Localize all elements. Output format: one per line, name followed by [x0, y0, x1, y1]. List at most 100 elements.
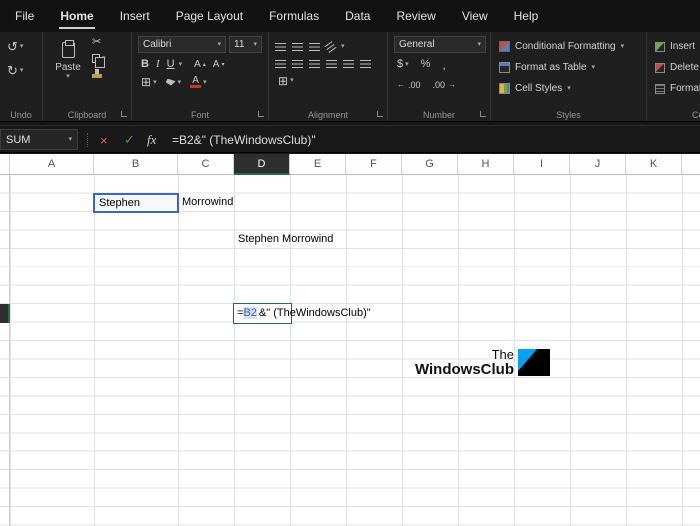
format-cells-button[interactable]: Format ▾ — [647, 79, 700, 98]
insert-cells-icon — [655, 42, 665, 52]
menu-help[interactable]: Help — [501, 0, 552, 32]
dialog-launcher-icon[interactable] — [480, 111, 486, 117]
merge-center-icon: ⊞ — [278, 75, 288, 87]
comma-icon: , — [442, 59, 445, 71]
wrap-text-icon[interactable] — [360, 60, 371, 68]
cell-c2[interactable]: Morrowind — [178, 193, 233, 211]
enter-button[interactable]: ✓ — [124, 126, 135, 154]
cell-styles-button[interactable]: Cell Styles ▾ — [491, 79, 646, 98]
cell-d4[interactable]: Stephen Morrowind — [234, 230, 333, 248]
copy-button[interactable]: ▾ — [89, 53, 109, 64]
borders-button[interactable]: ⊞ ▾ — [138, 75, 160, 89]
redo-icon: ↻ — [7, 64, 18, 77]
increase-indent-icon[interactable] — [343, 60, 354, 68]
percent-style-button[interactable]: % — [418, 58, 434, 71]
format-painter-button[interactable] — [89, 68, 109, 79]
align-bottom-icon[interactable] — [309, 43, 320, 51]
dialog-launcher-icon[interactable] — [121, 111, 127, 117]
column-header-h[interactable]: H — [458, 154, 514, 175]
menu-insert[interactable]: Insert — [107, 0, 163, 32]
chevron-down-icon: ▾ — [290, 77, 294, 84]
name-box-value: SUM — [6, 134, 30, 146]
number-format-select[interactable]: General ▾ — [394, 36, 486, 53]
align-center-icon[interactable] — [292, 60, 303, 68]
dialog-launcher-icon[interactable] — [258, 111, 264, 117]
number-group-label: Number — [388, 110, 490, 120]
name-box[interactable]: SUM ▾ — [0, 129, 78, 150]
fill-color-button[interactable]: ▾ — [163, 78, 185, 87]
menu-data[interactable]: Data — [332, 0, 383, 32]
bold-button[interactable]: B — [138, 57, 152, 71]
italic-button[interactable]: I — [153, 57, 163, 71]
ribbon-group-number: General ▾ $ ▾ % , .00 .00 Number — [388, 32, 491, 121]
dialog-launcher-icon[interactable] — [377, 111, 383, 117]
delete-cells-button[interactable]: Delete ▾ — [647, 58, 700, 77]
font-size-value: 11 — [234, 39, 244, 50]
menu-review[interactable]: Review — [383, 0, 448, 32]
column-header-i[interactable]: I — [514, 154, 570, 175]
chevron-down-icon: ▾ — [66, 73, 70, 80]
menu-view[interactable]: View — [449, 0, 501, 32]
column-header-d[interactable]: D — [234, 154, 290, 175]
conditional-formatting-button[interactable]: Conditional Formatting ▾ — [491, 37, 646, 56]
chevron-down-icon: ▾ — [341, 43, 345, 50]
row-header-strip[interactable] — [0, 175, 10, 526]
column-header-b[interactable]: B — [94, 154, 178, 175]
column-header-c[interactable]: C — [178, 154, 234, 175]
cut-button[interactable]: ✂ — [89, 36, 109, 49]
column-header-partial[interactable] — [682, 154, 700, 175]
column-header-j[interactable]: J — [570, 154, 626, 175]
orientation-icon[interactable] — [325, 41, 337, 53]
align-left-icon[interactable] — [275, 60, 286, 68]
align-right-icon[interactable] — [309, 60, 320, 68]
menu-home[interactable]: Home — [47, 0, 106, 32]
cell-d8-editing[interactable]: =B2&" (TheWindowsClub)" — [233, 303, 292, 324]
redo-button[interactable]: ↻ ▾ — [0, 61, 42, 80]
chevron-down-icon: ▾ — [153, 79, 157, 86]
currency-icon: $ — [397, 59, 403, 70]
delete-cells-label: Delete — [670, 62, 699, 73]
select-all-corner[interactable] — [0, 154, 10, 175]
sheet: A B C D E F G H I J K Stephen Morrowind … — [0, 154, 700, 526]
column-header-g[interactable]: G — [402, 154, 458, 175]
font-color-button[interactable]: A ▾ — [187, 75, 210, 89]
cancel-button[interactable]: × — [100, 126, 108, 154]
menu-formulas[interactable]: Formulas — [256, 0, 332, 32]
paste-button[interactable]: Paste ▾ — [51, 37, 85, 99]
merge-center-button[interactable]: ⊞ ▾ — [275, 74, 297, 88]
underline-button[interactable]: U — [164, 57, 178, 71]
insert-cells-button[interactable]: Insert ▾ — [647, 37, 700, 56]
undo-button[interactable]: ↺ ▾ — [0, 37, 42, 56]
grid-canvas[interactable] — [0, 175, 700, 526]
chevron-down-icon: ▾ — [20, 43, 24, 50]
formula-input[interactable]: =B2&" (TheWindowsClub)" — [172, 126, 316, 154]
format-as-table-label: Format as Table — [515, 62, 587, 73]
increase-font-size-button[interactable]: A — [191, 58, 209, 71]
comma-style-button[interactable]: , — [439, 58, 448, 72]
menu-file[interactable]: File — [2, 0, 47, 32]
font-name-select[interactable]: Calibri ▾ — [138, 36, 226, 53]
paste-label: Paste — [55, 62, 81, 73]
ribbon-group-styles: Conditional Formatting ▾ Format as Table… — [491, 32, 647, 121]
cell-styles-label: Cell Styles — [515, 83, 562, 94]
increase-decimal-button[interactable]: .00 — [394, 79, 424, 91]
format-painter-icon — [92, 74, 102, 78]
insert-function-button[interactable]: fx — [147, 126, 156, 154]
column-header-a[interactable]: A — [10, 154, 94, 175]
font-size-select[interactable]: 11 ▾ — [229, 36, 262, 53]
decrease-font-size-button[interactable]: A — [210, 58, 228, 71]
column-header-e[interactable]: E — [290, 154, 346, 175]
paste-icon — [62, 42, 75, 58]
accounting-format-button[interactable]: $ ▾ — [394, 58, 412, 71]
format-as-table-button[interactable]: Format as Table ▾ — [491, 58, 646, 77]
decrease-decimal-button[interactable]: .00 — [430, 79, 460, 91]
column-header-f[interactable]: F — [346, 154, 402, 175]
row-header-8-selected[interactable] — [0, 304, 10, 323]
menu-page-layout[interactable]: Page Layout — [163, 0, 256, 32]
align-top-icon[interactable] — [275, 43, 286, 51]
align-middle-icon[interactable] — [292, 43, 303, 51]
percent-icon: % — [421, 59, 431, 70]
column-header-k[interactable]: K — [626, 154, 682, 175]
cell-b2[interactable]: Stephen — [93, 193, 179, 213]
decrease-indent-icon[interactable] — [326, 60, 337, 68]
